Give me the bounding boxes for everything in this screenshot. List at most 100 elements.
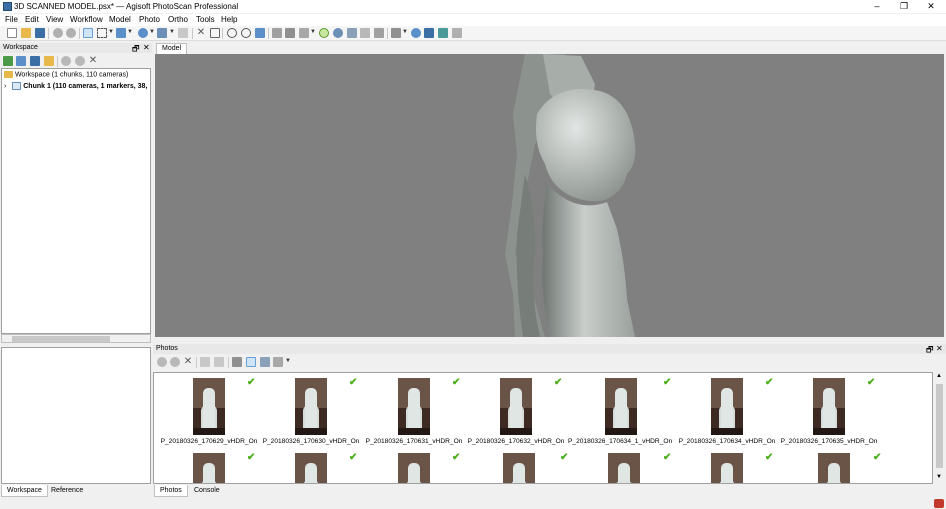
delete-selection-icon[interactable]: ✕ [196,28,206,38]
move-object-icon[interactable] [255,28,265,38]
menu-help[interactable]: Help [221,15,237,24]
filter-cameras-icon[interactable] [232,357,242,367]
tab-reference[interactable]: Reference [46,485,88,497]
show-markers-icon[interactable] [424,28,434,38]
show-thumbnails-icon[interactable] [246,357,256,367]
tree-workspace-root[interactable]: Workspace (1 chunks, 110 cameras) [4,71,128,78]
tab-model[interactable]: Model [156,43,188,54]
resize-region-icon[interactable] [116,28,126,38]
new-document-icon[interactable] [7,28,17,38]
scroll-up-icon[interactable]: ▲ [936,373,942,379]
points-dropdown-icon[interactable]: ▼ [310,29,316,35]
menu-model[interactable]: Model [109,15,131,24]
enable-cameras-icon[interactable] [157,357,167,367]
photos-vertical-scrollbar[interactable]: ▲ ▼ [934,372,945,484]
menu-file[interactable]: File [5,15,18,24]
remove-items-icon[interactable]: ✕ [88,56,98,66]
reset-view-icon[interactable] [452,28,462,38]
rotate-region-icon[interactable] [138,28,148,38]
aligned-check-icon: ✔ [349,377,358,388]
photo-thumbnail[interactable] [711,378,743,435]
show-model-icon[interactable] [319,28,329,38]
redo-icon[interactable] [66,28,76,38]
menu-workflow[interactable]: Workflow [70,15,103,24]
zoom-in-icon[interactable] [227,28,237,38]
rotate-left-icon[interactable] [200,357,210,367]
close-window-button[interactable]: ✕ [918,0,944,13]
photo-thumbnail[interactable] [193,378,225,435]
photo-thumbnail[interactable] [503,453,535,483]
dem-dropdown-icon[interactable]: ▼ [402,29,408,35]
tab-workspace[interactable]: Workspace [1,485,48,497]
view-mode-dropdown-icon[interactable]: ▼ [285,358,291,364]
photo-thumbnail[interactable] [398,378,430,435]
scrollbar-thumb[interactable] [12,336,110,342]
ruler-icon[interactable] [157,28,167,38]
restore-button[interactable]: ❐ [891,0,917,13]
photo-thumbnail[interactable] [295,453,327,483]
close-panel-icon[interactable]: ✕ [143,43,150,52]
add-photos-icon[interactable] [16,56,26,66]
workspace-panel-header: Workspace 🗗 ✕ [0,43,152,53]
menu-tools[interactable]: Tools [196,15,215,24]
tab-console[interactable]: Console [189,485,225,497]
add-chunk-icon[interactable] [3,56,13,66]
disable-icon[interactable] [75,56,85,66]
solid-model-icon[interactable] [347,28,357,38]
selection-dropdown-icon[interactable]: ▼ [108,29,114,35]
rotate-dropdown-icon[interactable]: ▼ [149,29,155,35]
remove-cameras-icon[interactable]: ✕ [183,357,193,367]
photo-thumbnail[interactable] [605,378,637,435]
chunk-icon [12,82,22,90]
show-dense-cloud-icon[interactable] [299,28,309,38]
menu-ortho[interactable]: Ortho [168,15,188,24]
menu-view[interactable]: View [46,15,63,24]
show-points-icon[interactable] [285,28,295,38]
photo-thumbnail[interactable] [813,378,845,435]
photos-thumbnail-grid[interactable]: ✔ P_20180326_170629_vHDR_On ✔ P_20180326… [153,372,933,484]
show-dem-icon[interactable] [391,28,401,38]
save-icon[interactable] [35,28,45,38]
workspace-horizontal-scrollbar[interactable] [1,334,151,343]
photo-thumbnail[interactable] [295,378,327,435]
photo-thumbnail[interactable] [193,453,225,483]
navigation-cursor-icon[interactable] [83,28,93,38]
show-region-icon[interactable] [438,28,448,38]
rotate-right-icon[interactable] [214,357,224,367]
add-folder-icon[interactable] [44,56,54,66]
photo-thumbnail[interactable] [818,453,850,483]
zoom-out-icon[interactable] [241,28,251,38]
region-dropdown-icon[interactable]: ▼ [127,29,133,35]
notification-icon[interactable] [934,499,944,508]
ruler-dropdown-icon[interactable]: ▼ [169,29,175,35]
close-panel-icon[interactable]: ✕ [936,344,943,353]
scroll-down-icon[interactable]: ▼ [936,474,942,480]
thumbnail-size-icon[interactable] [273,357,283,367]
tree-chunk-1[interactable]: › Chunk 1 (110 cameras, 1 markers, 38, [4,82,147,90]
undo-icon[interactable] [53,28,63,38]
show-details-icon[interactable] [260,357,270,367]
enable-icon[interactable] [61,56,71,66]
draw-icon[interactable] [178,28,188,38]
show-tiled-model-icon[interactable] [374,28,384,38]
shaded-model-icon[interactable] [333,28,343,38]
add-marker-icon[interactable] [30,56,40,66]
minimize-button[interactable]: – [864,0,890,13]
chunk-expander-icon[interactable]: › [4,83,6,90]
rectangle-selection-icon[interactable] [97,28,107,38]
show-cameras-icon[interactable] [272,28,282,38]
open-folder-icon[interactable] [21,28,31,38]
menu-photo[interactable]: Photo [139,15,160,24]
wireframe-model-icon[interactable] [360,28,370,38]
show-shapes-icon[interactable] [411,28,421,38]
crop-selection-icon[interactable] [210,28,220,38]
photo-thumbnail[interactable] [500,378,532,435]
photo-thumbnail[interactable] [608,453,640,483]
scrollbar-thumb[interactable] [936,384,943,468]
tab-photos[interactable]: Photos [154,485,188,497]
photo-thumbnail[interactable] [398,453,430,483]
photo-thumbnail[interactable] [711,453,743,483]
menu-edit[interactable]: Edit [25,15,39,24]
disable-cameras-icon[interactable] [170,357,180,367]
model-viewport[interactable] [155,54,944,337]
